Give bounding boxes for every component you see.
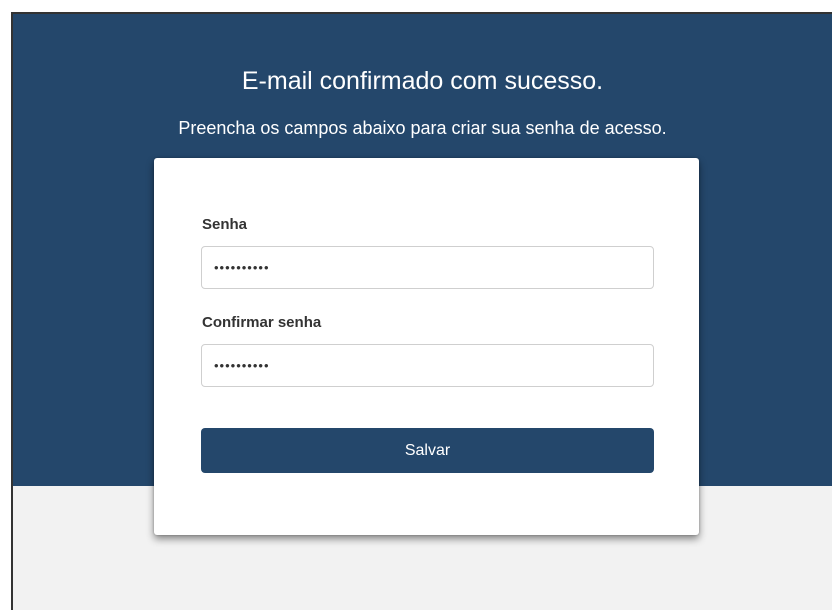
confirm-password-field[interactable] [201,344,654,387]
password-form-card: Senha Confirmar senha Salvar [154,158,699,535]
page-subtitle: Preencha os campos abaixo para criar sua… [178,118,667,138]
password-label: Senha [202,216,248,233]
password-field[interactable] [201,246,654,289]
confirm-password-label: Confirmar senha [202,314,322,331]
page-title: E-mail confirmado com sucesso. [241,67,604,95]
save-button[interactable]: Salvar [201,428,654,473]
page-frame: E-mail confirmado com sucesso. Preencha … [11,12,832,610]
